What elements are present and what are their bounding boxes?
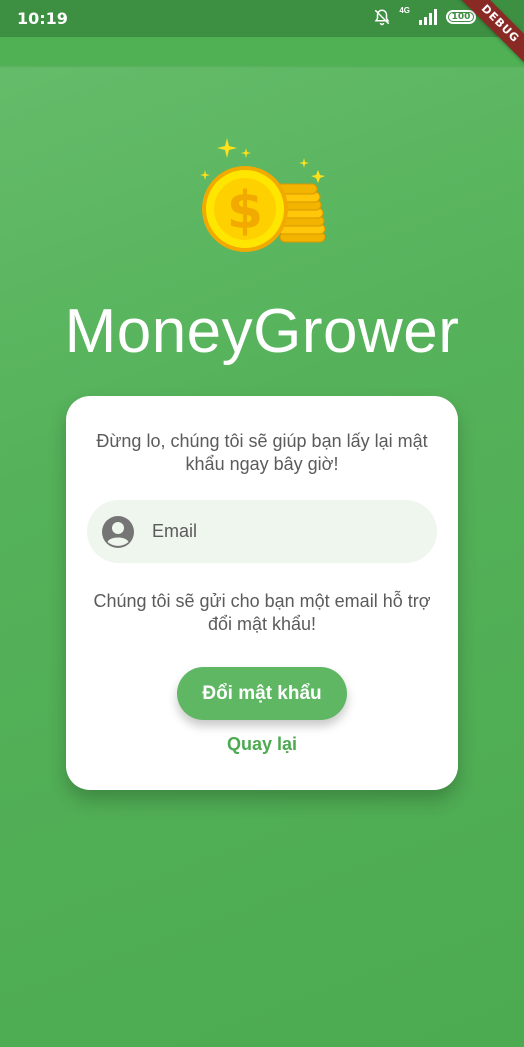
battery-icon: 100	[446, 10, 476, 24]
signal-icon	[419, 9, 437, 25]
status-bar: 10:19 4G 100	[0, 0, 524, 37]
forgot-password-screen: 10:19 4G 100 DEBUG $ MoneyGrower Đừng lo…	[0, 0, 524, 1047]
network-type: 4G	[399, 6, 410, 15]
app-title: MoneyGrower	[64, 297, 460, 366]
change-password-button[interactable]: Đổi mật khẩu	[177, 667, 347, 720]
back-link[interactable]: Quay lại	[66, 734, 458, 755]
bell-off-icon	[374, 9, 390, 26]
gold-coins-icon: $	[200, 138, 326, 252]
email-input[interactable]	[152, 521, 392, 542]
app-bar	[0, 37, 524, 66]
email-field[interactable]	[87, 500, 437, 563]
reset-password-card: Đừng lo, chúng tôi sẽ giúp bạn lấy lại m…	[66, 396, 458, 790]
card-note: Chúng tôi sẽ gửi cho bạn một email hỗ tr…	[93, 591, 431, 634]
user-account-icon	[102, 515, 134, 548]
svg-text:$: $	[227, 181, 263, 241]
status-time: 10:19	[17, 9, 68, 28]
battery-level: 100	[451, 12, 471, 22]
card-description: Đừng lo, chúng tôi sẽ giúp bạn lấy lại m…	[96, 431, 428, 474]
